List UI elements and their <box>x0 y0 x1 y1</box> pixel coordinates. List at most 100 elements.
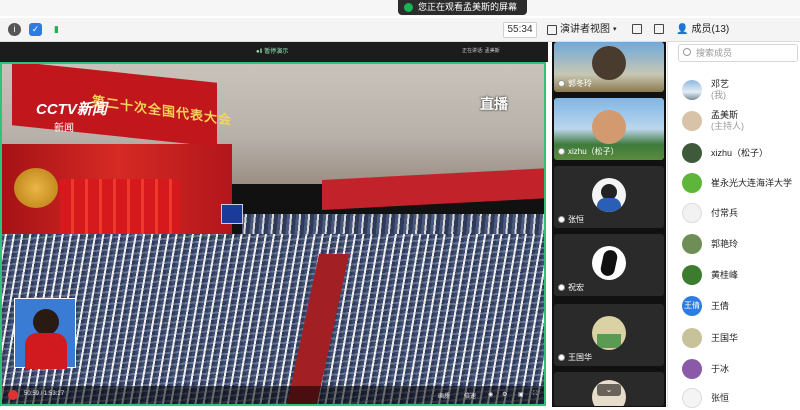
member-name: 邓艺 <box>711 79 730 89</box>
speed-control[interactable]: 倍速 <box>464 391 476 400</box>
mic-icon <box>558 284 565 291</box>
share-status-icon <box>404 3 413 12</box>
member-item[interactable]: 于冰 <box>682 357 798 381</box>
live-badge: 直播 <box>480 96 508 112</box>
member-item[interactable]: 孟美斯 (主持人) <box>682 109 798 133</box>
member-name: 黄桂峰 <box>711 269 739 280</box>
participant-tile[interactable]: xizhu（松子） <box>554 98 664 160</box>
video-screen-sign <box>221 204 243 224</box>
mic-icon <box>558 148 565 155</box>
member-item[interactable]: 张恒 <box>682 386 798 410</box>
participant-avatar <box>592 246 626 280</box>
member-avatar: 王倩 <box>682 296 702 316</box>
participant-tile[interactable]: 张恒 <box>554 166 664 228</box>
shield-icon[interactable]: ✓ <box>29 23 42 36</box>
member-avatar <box>682 80 702 100</box>
member-item[interactable]: xizhu（松子） <box>682 141 798 165</box>
member-name: 王倩 <box>711 300 730 311</box>
video-seats <box>2 234 544 404</box>
view-mode-label: 演讲者视图 <box>560 24 610 35</box>
player-controls: 50:59 / 1:53:27 画质 倍速 ◉ ⚙ ▣ ⛶ <box>2 386 544 404</box>
shared-screen-video[interactable]: 第二十次全国代表大会 CCTV新闻 新闻 直播 50:59 / 1:53:27 … <box>0 62 546 406</box>
mic-icon <box>558 216 565 223</box>
expand-icon[interactable]: ⛶ <box>533 391 537 398</box>
participant-name: xizhu（松子） <box>558 146 619 157</box>
member-search-input[interactable]: 搜索成员 <box>678 44 798 62</box>
sidebar-toggle-icon[interactable] <box>654 24 664 34</box>
screen-share-notice: 您正在观看孟美斯的屏幕 <box>398 0 528 15</box>
person-icon: 👤 <box>676 24 689 35</box>
member-avatar <box>682 265 702 285</box>
participant-video <box>592 46 626 80</box>
participant-name: 祝宏 <box>558 282 584 293</box>
member-avatar <box>682 173 702 193</box>
member-item[interactable]: 王国华 <box>682 326 798 350</box>
member-name: 孟美斯 <box>711 110 739 120</box>
member-avatar <box>682 388 702 408</box>
member-avatar <box>682 328 702 348</box>
member-name: 于冰 <box>711 363 730 374</box>
member-item[interactable]: 黄桂峰 <box>682 263 798 287</box>
interpreter-body <box>25 333 67 369</box>
member-role: (主持人) <box>711 121 744 131</box>
member-role: (我) <box>711 90 726 100</box>
member-item[interactable]: 王倩 王倩 <box>682 294 798 318</box>
fullscreen-icon[interactable] <box>632 24 642 34</box>
playback-time: 50:59 / 1:53:27 <box>24 391 65 397</box>
member-item[interactable]: 邓艺 (我) <box>682 78 798 102</box>
members-header[interactable]: 👤 成员(13) <box>676 22 729 38</box>
member-avatar <box>682 234 702 254</box>
pause-presentation-label[interactable]: ●Ⅱ 暂停演示 <box>256 46 288 55</box>
layout-icon <box>547 25 557 35</box>
volume-icon[interactable]: ◉ <box>488 391 493 398</box>
screen-share-bar: ●Ⅱ 暂停演示 正在讲话: 孟美斯 <box>0 42 548 62</box>
participant-video <box>592 110 626 144</box>
signal-icon[interactable]: ▮ <box>50 23 63 36</box>
participant-avatar <box>592 178 626 212</box>
mic-icon <box>558 80 565 87</box>
participant-name-text: 张恒 <box>568 215 584 224</box>
participant-name-text: 祝宏 <box>568 283 584 292</box>
interpreter-head <box>33 309 59 335</box>
member-avatar <box>682 143 702 163</box>
meeting-timer: 55:34 <box>503 22 537 38</box>
member-name: 郭艳玲 <box>711 238 739 249</box>
emblem-image <box>14 168 58 208</box>
member-name: xizhu（松子） <box>711 147 769 158</box>
member-avatar <box>682 203 702 223</box>
pip-icon[interactable]: ▣ <box>518 391 524 398</box>
cctv-logo: CCTV新闻 <box>36 101 107 118</box>
participant-tile[interactable]: 王国华 <box>554 304 664 366</box>
member-name: 张恒 <box>711 392 730 403</box>
participant-name: 张恒 <box>558 214 584 225</box>
pause-button[interactable] <box>8 390 18 400</box>
sign-interpreter-window <box>14 298 76 369</box>
scroll-down-button[interactable]: ⌄ <box>597 384 621 396</box>
quality-control[interactable]: 画质 <box>438 391 450 400</box>
member-name: 崔永光大连海洋大学 <box>711 177 793 188</box>
screen-share-notice-text: 您正在观看孟美斯的屏幕 <box>418 2 518 12</box>
participant-name: 王国华 <box>558 352 592 363</box>
mic-icon <box>558 354 565 361</box>
flags-image <box>60 179 180 239</box>
view-mode-button[interactable]: 演讲者视图 ▾ <box>547 22 617 38</box>
member-name: 付常兵 <box>711 207 739 218</box>
member-avatar <box>682 111 702 131</box>
participant-name-text: xizhu（松子） <box>568 147 619 156</box>
info-icon[interactable]: i <box>8 23 21 36</box>
participant-name-text: 郭冬玲 <box>568 79 592 88</box>
member-name: 王国华 <box>711 332 739 343</box>
speaking-indicator: 正在讲话: 孟美斯 <box>462 48 500 54</box>
member-item[interactable]: 付常兵 <box>682 201 798 225</box>
participant-tile[interactable]: 祝宏 <box>554 234 664 296</box>
cctv-logo-sub: 新闻 <box>54 123 74 134</box>
participant-avatar <box>592 316 626 350</box>
participant-name: 郭冬玲 <box>558 78 592 89</box>
toolbar: i ✓ ▮ 55:34 演讲者视图 ▾ 👤 成员(13) <box>0 18 800 42</box>
search-icon <box>683 48 691 56</box>
member-item[interactable]: 崔永光大连海洋大学 <box>682 171 798 195</box>
participant-tile[interactable]: 郭冬玲 <box>554 42 664 92</box>
settings-icon[interactable]: ⚙ <box>502 391 507 398</box>
member-avatar <box>682 359 702 379</box>
member-item[interactable]: 郭艳玲 <box>682 232 798 256</box>
